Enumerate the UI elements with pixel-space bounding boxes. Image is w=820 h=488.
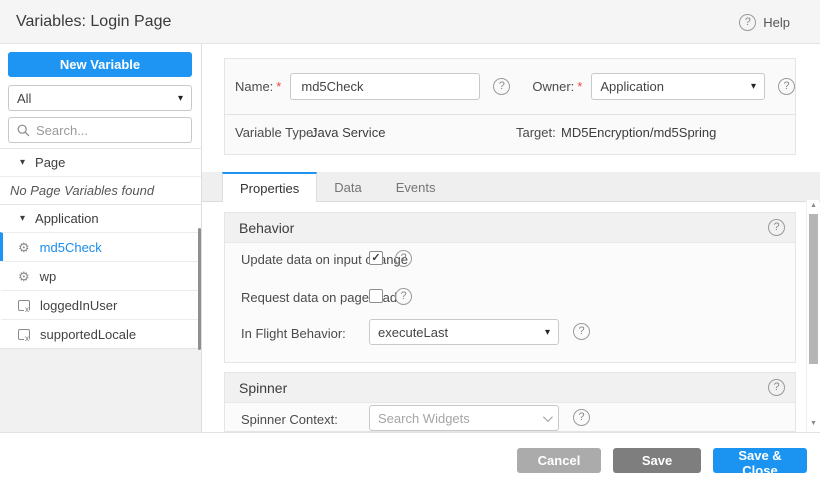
variable-type-label: Variable Type:	[235, 125, 317, 140]
required-marker: *	[577, 79, 582, 94]
caret-down-icon: ▾	[751, 81, 756, 92]
name-input[interactable]	[290, 73, 480, 100]
page-title: Variables: Login Page	[16, 0, 171, 44]
target-label: Target:	[516, 125, 556, 140]
variable-item-label: supportedLocale	[40, 327, 136, 342]
owner-select[interactable]: Application ▾	[591, 73, 765, 100]
request-data-on-page-load-checkbox[interactable]	[369, 289, 383, 303]
no-page-variables-message: No Page Variables found	[0, 176, 201, 204]
save-and-close-button[interactable]: Save & Close	[713, 448, 807, 473]
dialog-footer: Cancel Save Save & Close	[0, 432, 820, 488]
variable-filter-select[interactable]: All ▾	[8, 85, 192, 111]
in-flight-behavior-help-icon[interactable]: ?	[573, 323, 590, 340]
spinner-context-label: Spinner Context:	[241, 412, 338, 427]
spinner-context-help-icon[interactable]: ?	[573, 409, 590, 426]
behavior-section: Behavior ? Update data on input change ✓…	[224, 212, 796, 363]
name-help-icon[interactable]: ?	[493, 78, 510, 95]
variable-info-panel: Name:* ? Owner:* Application ▾ ? Variabl…	[224, 58, 796, 155]
update-data-help-icon[interactable]: ?	[395, 250, 412, 267]
spinner-section-header: Spinner ?	[225, 373, 795, 403]
owner-select-value: Application	[600, 79, 751, 94]
service-variable-icon: ⚙	[18, 241, 30, 254]
cancel-button[interactable]: Cancel	[517, 448, 601, 473]
static-variable-icon: x	[18, 300, 30, 311]
type-target-row: Variable Type: Java Service Target: MD5E…	[225, 125, 795, 143]
behavior-help-icon[interactable]: ?	[768, 219, 785, 236]
tree-group-page[interactable]: ▾ Page	[0, 148, 201, 176]
spinner-context-select[interactable]: Search Widgets	[369, 405, 559, 431]
owner-help-icon[interactable]: ?	[778, 78, 795, 95]
behavior-section-title: Behavior	[239, 220, 294, 236]
spinner-section: Spinner ? Spinner Context: Search Widget…	[224, 372, 796, 432]
target-value: MD5Encryption/md5Spring	[561, 125, 716, 140]
variables-tree: ▾ Page No Page Variables found ▾ Applica…	[0, 148, 201, 432]
behavior-section-header: Behavior ?	[225, 213, 795, 243]
dialog-header: Variables: Login Page ? Help	[0, 0, 820, 44]
group-label: Page	[35, 155, 65, 170]
update-data-on-input-change-checkbox[interactable]: ✓	[369, 251, 383, 265]
request-data-help-icon[interactable]: ?	[395, 288, 412, 305]
variable-search[interactable]	[8, 117, 192, 143]
tree-group-application[interactable]: ▾ Application	[0, 204, 201, 232]
owner-label: Owner:	[532, 79, 574, 94]
variable-item-loggedinuser[interactable]: x loggedInUser	[0, 290, 201, 319]
variables-dialog: Variables: Login Page ? Help New Variabl…	[0, 0, 820, 488]
caret-down-icon: ▾	[20, 157, 25, 168]
search-icon	[17, 124, 30, 137]
spinner-context-placeholder: Search Widgets	[378, 411, 543, 426]
vertical-scrollbar[interactable]: ▲ ▼	[806, 200, 819, 432]
spinner-help-icon[interactable]: ?	[768, 379, 785, 396]
variables-sidebar: New Variable All ▾ ▾ Page No Page Variab…	[0, 44, 202, 432]
chevron-down-icon	[543, 412, 553, 422]
tab-data[interactable]: Data	[317, 172, 378, 201]
divider	[225, 114, 795, 115]
scroll-up-icon[interactable]: ▲	[807, 200, 820, 212]
filter-select-value: All	[17, 91, 178, 106]
tree-empty-area	[0, 348, 201, 432]
help-button[interactable]: ? Help	[739, 0, 790, 44]
scrollbar-thumb[interactable]	[809, 214, 818, 364]
tab-properties[interactable]: Properties	[222, 172, 317, 202]
new-variable-button[interactable]: New Variable	[8, 52, 192, 77]
variable-detail-panel: Name:* ? Owner:* Application ▾ ? Variabl…	[202, 44, 820, 432]
name-label: Name:	[235, 79, 273, 94]
static-variable-icon: x	[18, 329, 30, 340]
scroll-down-icon[interactable]: ▼	[807, 418, 820, 430]
name-owner-row: Name:* ? Owner:* Application ▾ ?	[225, 72, 795, 100]
caret-down-icon: ▾	[545, 327, 550, 338]
service-variable-icon: ⚙	[18, 270, 30, 283]
caret-down-icon: ▾	[20, 213, 25, 224]
variable-item-label: md5Check	[40, 240, 102, 255]
in-flight-behavior-select[interactable]: executeLast ▾	[369, 319, 559, 345]
tab-events[interactable]: Events	[379, 172, 453, 201]
variable-item-md5check[interactable]: ⚙ md5Check	[0, 232, 201, 261]
required-marker: *	[276, 79, 281, 94]
in-flight-behavior-value: executeLast	[378, 325, 545, 340]
search-input[interactable]	[36, 123, 183, 138]
spinner-section-title: Spinner	[239, 380, 287, 396]
help-icon: ?	[739, 14, 756, 31]
variable-item-label: loggedInUser	[40, 298, 117, 313]
save-button[interactable]: Save	[613, 448, 701, 473]
variable-item-supportedlocale[interactable]: x supportedLocale	[0, 319, 201, 348]
sidebar-scrollbar-thumb[interactable]	[198, 228, 201, 350]
caret-down-icon: ▾	[178, 93, 183, 104]
variable-item-label: wp	[40, 269, 57, 284]
variable-item-wp[interactable]: ⚙ wp	[0, 261, 201, 290]
help-label: Help	[763, 15, 790, 30]
variable-type-value: Java Service	[311, 125, 385, 140]
group-label: Application	[35, 211, 99, 226]
detail-tabbar: Properties Data Events	[202, 172, 820, 202]
in-flight-behavior-label: In Flight Behavior:	[241, 326, 346, 341]
